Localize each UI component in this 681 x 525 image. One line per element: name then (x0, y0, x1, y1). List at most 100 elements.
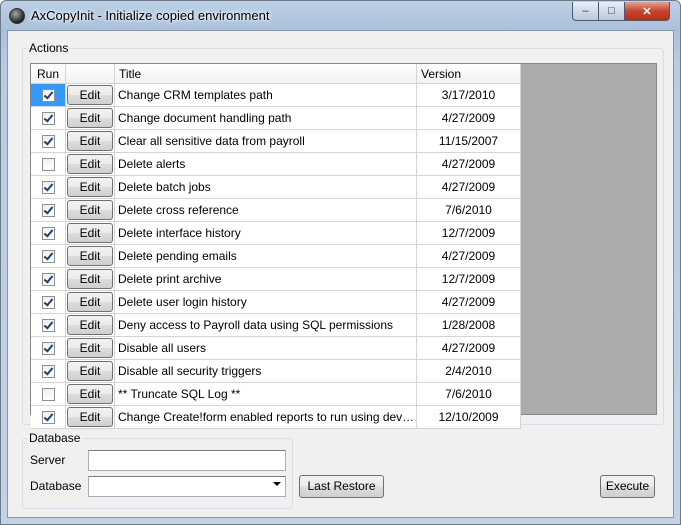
table-row[interactable]: Edit Delete cross reference 7/6/2010 (31, 198, 521, 222)
version-cell[interactable]: 12/10/2009 (416, 405, 521, 429)
run-checkbox[interactable] (41, 319, 55, 333)
close-button[interactable]: ✕ (624, 2, 670, 21)
edit-button[interactable]: Edit (67, 85, 113, 105)
version-cell[interactable]: 4/27/2009 (416, 106, 521, 130)
table-row[interactable]: Edit Clear all sensitive data from payrol… (31, 129, 521, 153)
edit-button[interactable]: Edit (67, 131, 113, 151)
edit-button[interactable]: Edit (67, 223, 113, 243)
title-cell[interactable]: Clear all sensitive data from payroll (114, 129, 417, 153)
run-cell (31, 359, 66, 383)
run-checkbox[interactable] (41, 158, 55, 172)
title-cell[interactable]: Delete alerts (114, 152, 417, 176)
actions-grid[interactable]: Run Title Version Edit Change CRM templat… (30, 63, 657, 429)
run-cell (31, 405, 66, 429)
database-combobox[interactable] (88, 476, 286, 497)
version-cell[interactable]: 11/15/2007 (416, 129, 521, 153)
version-cell[interactable]: 4/27/2009 (416, 152, 521, 176)
run-cell (31, 267, 66, 291)
version-cell[interactable]: 12/7/2009 (416, 267, 521, 291)
title-cell[interactable]: Delete interface history (114, 221, 417, 245)
execute-button[interactable]: Execute (600, 475, 655, 498)
title-cell[interactable]: Delete print archive (114, 267, 417, 291)
title-cell[interactable]: Delete batch jobs (114, 175, 417, 199)
version-cell[interactable]: 7/6/2010 (416, 198, 521, 222)
run-checkbox[interactable] (41, 89, 55, 103)
edit-button[interactable]: Edit (67, 315, 113, 335)
run-cell (31, 175, 66, 199)
title-cell[interactable]: ** Truncate SQL Log ** (114, 382, 417, 406)
column-header-run[interactable]: Run (31, 64, 66, 84)
table-row[interactable]: Edit Deny access to Payroll data using SQ… (31, 313, 521, 337)
version-cell[interactable]: 7/6/2010 (416, 382, 521, 406)
table-row[interactable]: Edit ** Truncate SQL Log ** 7/6/2010 (31, 382, 521, 406)
title-bar[interactable]: AxCopyInit - Initialize copied environme… (1, 1, 680, 31)
title-cell[interactable]: Disable all users (114, 336, 417, 360)
title-cell[interactable]: Change Create!form enabled reports to ru… (114, 405, 417, 429)
table-row[interactable]: Edit Disable all security triggers 2/4/201… (31, 359, 521, 383)
run-checkbox[interactable] (41, 273, 55, 287)
table-row[interactable]: Edit Delete alerts 4/27/2009 (31, 152, 521, 176)
run-checkbox[interactable] (41, 250, 55, 264)
table-row[interactable]: Edit Delete user login history 4/27/2009 (31, 290, 521, 314)
version-cell[interactable]: 2/4/2010 (416, 359, 521, 383)
run-checkbox[interactable] (41, 181, 55, 195)
edit-button[interactable]: Edit (67, 200, 113, 220)
version-cell[interactable]: 4/27/2009 (416, 290, 521, 314)
column-header-version[interactable]: Version (416, 64, 521, 84)
run-cell (31, 290, 66, 314)
title-cell[interactable]: Delete user login history (114, 290, 417, 314)
run-checkbox[interactable] (41, 342, 55, 356)
column-header-edit[interactable] (65, 64, 115, 84)
version-cell[interactable]: 1/28/2008 (416, 313, 521, 337)
run-checkbox[interactable] (41, 296, 55, 310)
edit-button[interactable]: Edit (67, 292, 113, 312)
version-cell[interactable]: 12/7/2009 (416, 221, 521, 245)
edit-button[interactable]: Edit (67, 407, 113, 427)
edit-button[interactable]: Edit (67, 154, 113, 174)
run-checkbox[interactable] (41, 411, 55, 425)
last-restore-button[interactable]: Last Restore (299, 475, 384, 498)
edit-button[interactable]: Edit (67, 384, 113, 404)
edit-button[interactable]: Edit (67, 108, 113, 128)
run-checkbox[interactable] (41, 204, 55, 218)
table-row[interactable]: Edit Change Create!form enabled reports t… (31, 405, 521, 429)
maximize-button[interactable]: □ (598, 2, 625, 21)
table-row[interactable]: Edit Delete interface history 12/7/2009 (31, 221, 521, 245)
title-cell[interactable]: Delete pending emails (114, 244, 417, 268)
server-label: Server (30, 453, 66, 467)
column-header-title[interactable]: Title (114, 64, 417, 84)
table-row[interactable]: Edit Change CRM templates path 3/17/2010 (31, 83, 521, 107)
run-checkbox[interactable] (41, 365, 55, 379)
edit-button[interactable]: Edit (67, 361, 113, 381)
edit-button[interactable]: Edit (67, 269, 113, 289)
table-row[interactable]: Edit Delete batch jobs 4/27/2009 (31, 175, 521, 199)
edit-cell: Edit (65, 106, 115, 130)
run-checkbox[interactable] (41, 112, 55, 126)
run-checkbox[interactable] (41, 135, 55, 149)
title-cell[interactable]: Change CRM templates path (114, 83, 417, 107)
table-row[interactable]: Edit Delete print archive 12/7/2009 (31, 267, 521, 291)
title-cell[interactable]: Delete cross reference (114, 198, 417, 222)
edit-button[interactable]: Edit (67, 246, 113, 266)
version-cell[interactable]: 4/27/2009 (416, 175, 521, 199)
edit-button[interactable]: Edit (67, 177, 113, 197)
minimize-button[interactable]: – (572, 2, 599, 21)
version-cell[interactable]: 3/17/2010 (416, 83, 521, 107)
version-cell[interactable]: 4/27/2009 (416, 336, 521, 360)
edit-button[interactable]: Edit (67, 338, 113, 358)
run-cell (31, 198, 66, 222)
version-cell[interactable]: 4/27/2009 (416, 244, 521, 268)
run-checkbox[interactable] (41, 227, 55, 241)
server-input[interactable] (88, 450, 286, 471)
title-cell[interactable]: Disable all security triggers (114, 359, 417, 383)
table-row[interactable]: Edit Delete pending emails 4/27/2009 (31, 244, 521, 268)
table-row[interactable]: Edit Change document handling path 4/27/20… (31, 106, 521, 130)
edit-cell: Edit (65, 83, 115, 107)
edit-cell: Edit (65, 175, 115, 199)
title-cell[interactable]: Deny access to Payroll data using SQL pe… (114, 313, 417, 337)
table-row[interactable]: Edit Disable all users 4/27/2009 (31, 336, 521, 360)
database-group-label: Database (27, 431, 83, 445)
title-cell[interactable]: Change document handling path (114, 106, 417, 130)
chevron-down-icon[interactable] (273, 482, 281, 486)
run-checkbox[interactable] (41, 388, 55, 402)
